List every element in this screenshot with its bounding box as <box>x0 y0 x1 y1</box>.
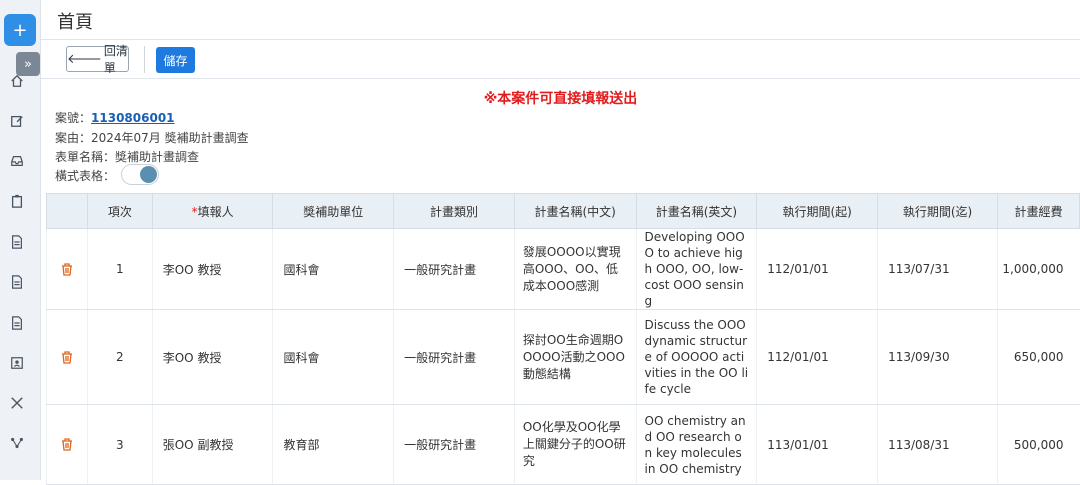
cell-name-zh[interactable]: OO化學及OO化學上關鍵分子的OO研究 <box>513 404 637 485</box>
header-start: 執行期間(起) <box>756 193 879 229</box>
cell-end[interactable]: 113/08/31 <box>877 404 998 485</box>
inbox-icon[interactable] <box>8 152 26 170</box>
cell-end[interactable]: 113/07/31 <box>877 228 998 310</box>
tools-icon[interactable] <box>8 394 26 412</box>
cell-budget[interactable]: 1,000,000 <box>996 228 1080 310</box>
row-actions <box>46 228 88 310</box>
table-header-row: 項次 *填報人 獎補助單位 計畫類別 計畫名稱(中文) 計畫名稱(英文) 執行期… <box>46 193 1080 229</box>
table-row: 1 李OO 教授 國科會 一般研究計畫 發展OOOO以實現高OOO、OO、低成本… <box>46 228 1080 310</box>
back-to-list-label: 回清單 <box>103 44 128 75</box>
clipboard-icon[interactable] <box>8 192 26 210</box>
cell-name-en[interactable]: Developing OOOO to achieve high OOO, OO,… <box>635 228 757 310</box>
cell-unit[interactable]: 國科會 <box>272 228 394 310</box>
trash-icon[interactable] <box>47 438 87 451</box>
cell-start[interactable]: 112/01/01 <box>756 228 878 310</box>
trash-icon[interactable] <box>47 350 87 364</box>
page-title: 首頁 <box>57 12 93 33</box>
cell-index: 2 <box>86 309 153 405</box>
header-unit: 獎補助單位 <box>272 193 395 229</box>
cell-name-en[interactable]: Discuss the OOO dynamic structure of OOO… <box>635 309 757 405</box>
header-reporter: *填報人 <box>151 193 274 229</box>
case-number-label: 案號： <box>55 111 92 125</box>
edit-icon[interactable] <box>8 112 26 130</box>
row-actions <box>46 309 88 405</box>
arrow-left-icon: 🡐 <box>67 52 102 67</box>
back-to-list-button[interactable]: 🡐 回清單 <box>66 44 129 75</box>
header-end: 執行期間(迄) <box>877 193 998 229</box>
cell-index: 1 <box>86 228 153 310</box>
cell-unit[interactable]: 教育部 <box>272 404 394 485</box>
cell-reporter[interactable]: 張OO 副教授 <box>151 404 273 485</box>
cell-unit[interactable]: 國科會 <box>272 309 394 405</box>
table-row: 3 張OO 副教授 教育部 一般研究計畫 OO化學及OO化學上關鍵分子的OO研究… <box>46 404 1080 485</box>
case-number-row: 案號：1130806001 <box>55 109 175 126</box>
landscape-table-label: 橫式表格： <box>55 169 116 183</box>
document-icon[interactable] <box>8 273 26 291</box>
cell-start[interactable]: 113/01/01 <box>756 404 878 485</box>
cell-category[interactable]: 一般研究計畫 <box>393 404 515 485</box>
document-icon[interactable] <box>8 314 26 332</box>
toolbar-divider <box>144 46 145 73</box>
submit-notice: ※本案件可直接填報送出 <box>483 91 638 107</box>
save-button[interactable]: 儲存 <box>156 47 195 73</box>
home-icon[interactable] <box>8 72 26 90</box>
cell-budget[interactable]: 500,000 <box>996 404 1080 485</box>
cell-budget[interactable]: 650,000 <box>996 309 1080 405</box>
header-name-zh: 計畫名稱(中文) <box>513 193 637 229</box>
cell-category[interactable]: 一般研究計畫 <box>393 309 515 405</box>
header-category: 計畫類別 <box>393 193 515 229</box>
header-actions <box>46 193 88 229</box>
toolbar: 🡐 回清單 儲存 <box>41 40 1080 79</box>
header-index: 項次 <box>86 193 153 229</box>
cell-reporter[interactable]: 李OO 教授 <box>151 309 273 405</box>
case-number-link[interactable]: 1130806001 <box>91 111 175 125</box>
row-actions <box>46 404 88 485</box>
sidebar: + » <box>0 0 41 480</box>
case-reason: 案由：2024年07月 獎補助計畫調查 <box>55 131 249 145</box>
contact-icon[interactable] <box>8 354 26 372</box>
cell-name-en[interactable]: OO chemistry and OO research on key mole… <box>635 404 757 485</box>
add-button[interactable]: + <box>4 14 36 46</box>
trash-icon[interactable] <box>47 262 87 276</box>
cell-name-zh[interactable]: 發展OOOO以實現高OOO、OO、低成本OOO感測 <box>513 228 637 310</box>
toggle-knob <box>140 166 157 183</box>
document-icon[interactable] <box>8 233 26 251</box>
cell-start[interactable]: 112/01/01 <box>756 309 878 405</box>
header-budget: 計畫經費 <box>996 193 1080 229</box>
table-row: 2 李OO 教授 國科會 一般研究計畫 探討OO生命週期OOOOO活動之OOO動… <box>46 309 1080 405</box>
cell-reporter[interactable]: 李OO 教授 <box>151 228 273 310</box>
landscape-table-toggle[interactable] <box>121 164 159 185</box>
main-content: 首頁 🡐 回清單 儲存 ※本案件可直接填報送出 案號：1130806001 案由… <box>41 0 1080 485</box>
plan-table: 項次 *填報人 獎補助單位 計畫類別 計畫名稱(中文) 計畫名稱(英文) 執行期… <box>46 193 1080 485</box>
cell-name-zh[interactable]: 探討OO生命週期OOOOO活動之OOO動態結構 <box>513 309 637 405</box>
cell-index: 3 <box>86 404 153 485</box>
cell-end[interactable]: 113/09/30 <box>877 309 998 405</box>
title-bar: 首頁 <box>41 0 1080 40</box>
form-name: 表單名稱：獎補助計畫調查 <box>55 150 200 164</box>
header-name-en: 計畫名稱(英文) <box>635 193 758 229</box>
network-icon[interactable] <box>8 434 26 452</box>
cell-category[interactable]: 一般研究計畫 <box>393 228 515 310</box>
